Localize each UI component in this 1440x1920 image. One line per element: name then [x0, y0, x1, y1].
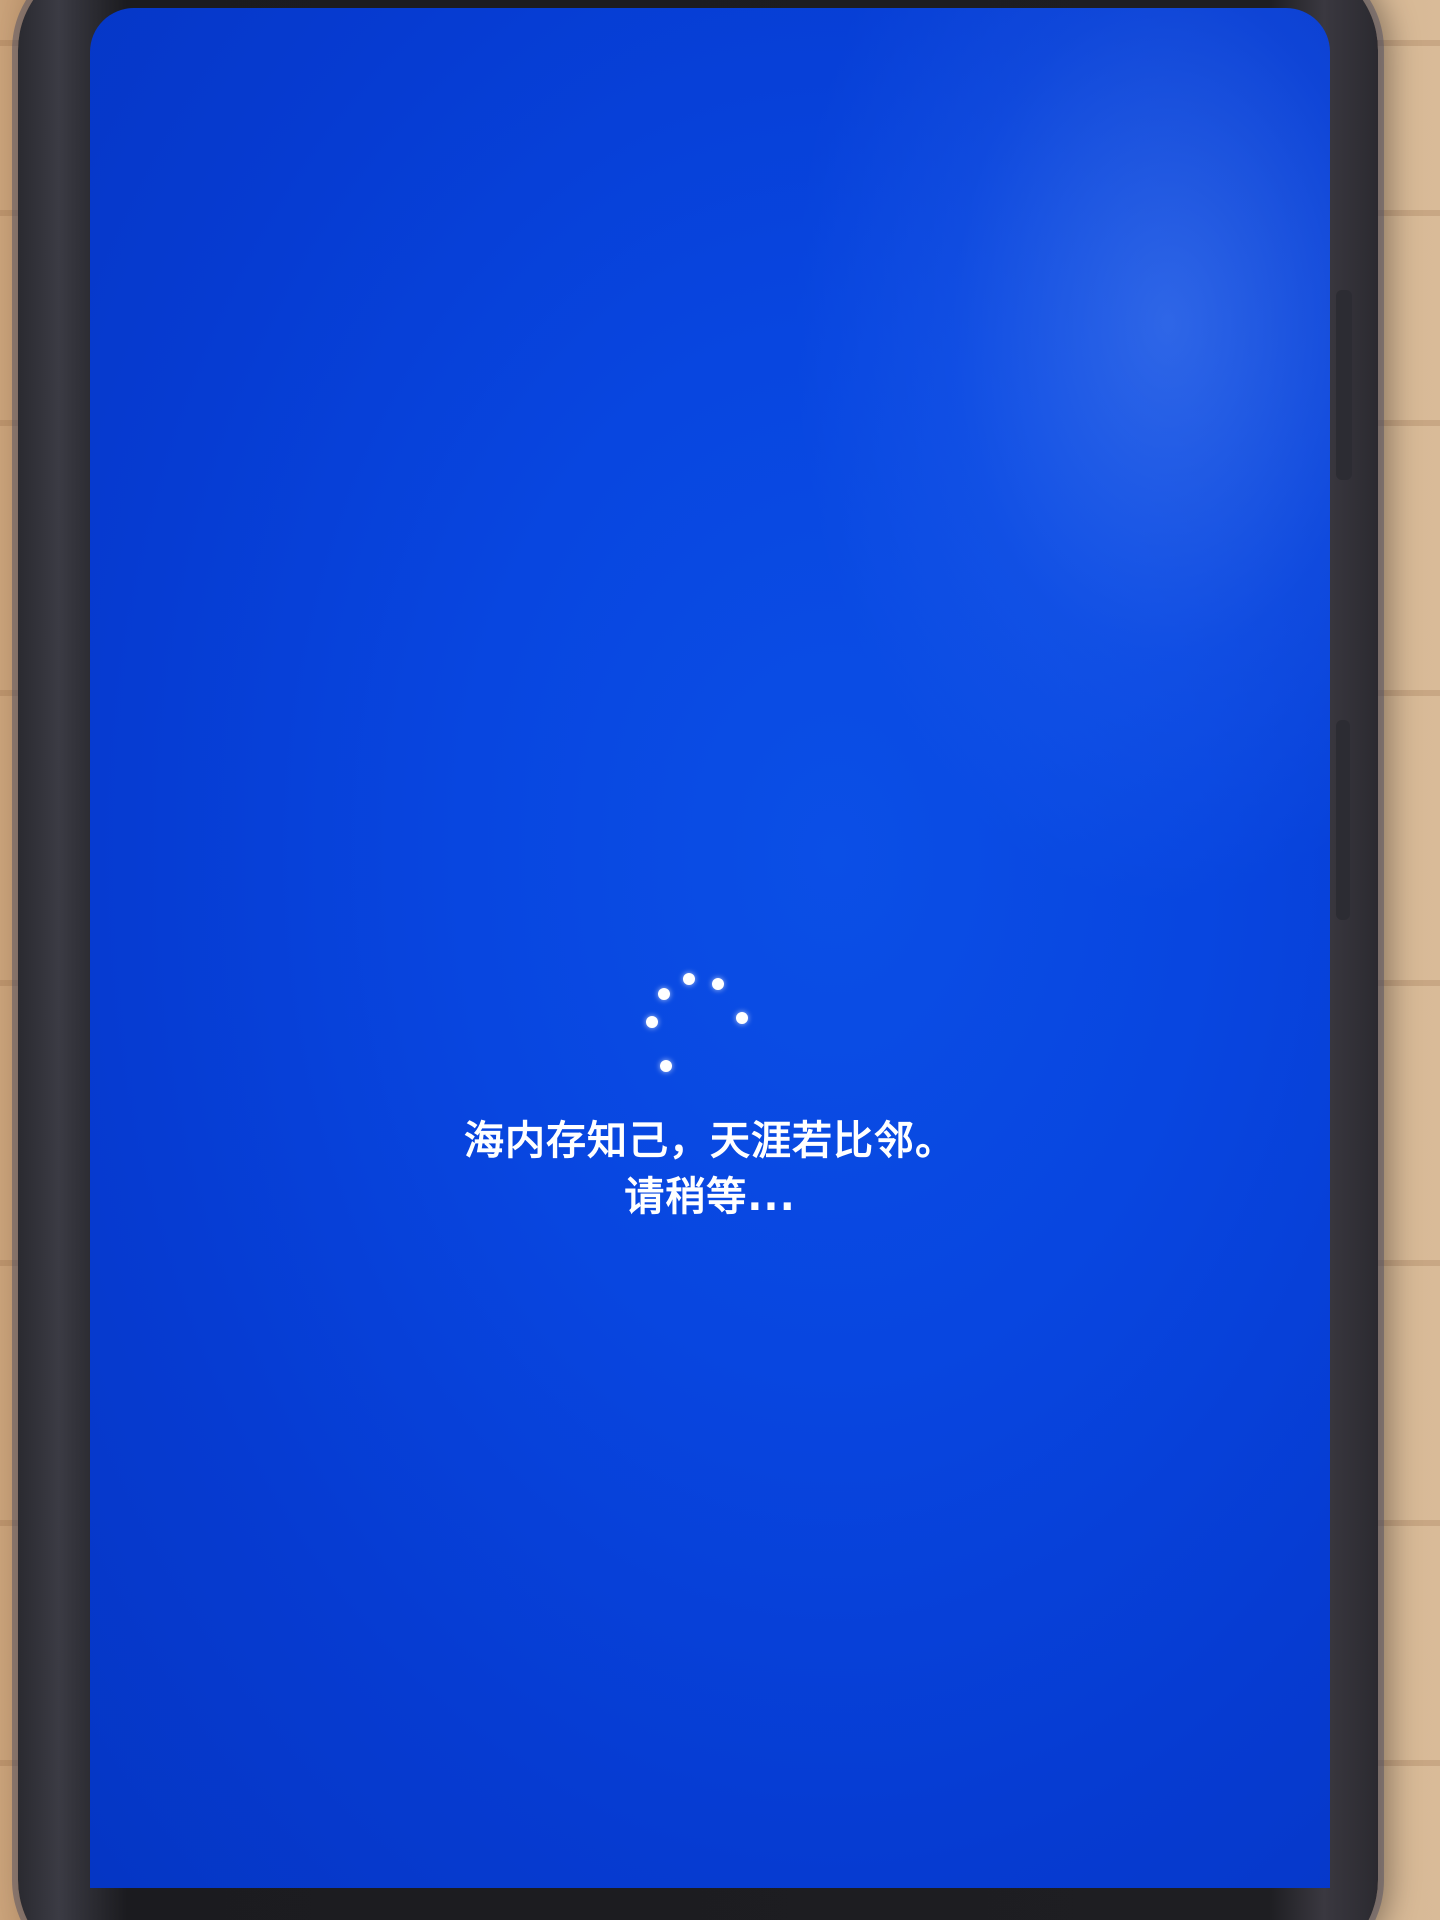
setup-screen: 海内存知己，天涯若比邻。 请稍等... [90, 8, 1330, 1888]
loading-message: 海内存知己，天涯若比邻。 请稍等... [90, 1113, 1330, 1225]
message-quote: 海内存知己，天涯若比邻。 [464, 1118, 956, 1164]
screen-glare [790, 8, 1330, 908]
side-button [1336, 720, 1350, 920]
spinner-dot [712, 978, 724, 990]
spinner-dot [736, 1012, 748, 1024]
spinner-dot [646, 1016, 658, 1028]
spinner-dot [658, 988, 670, 1000]
photo-scene: 海内存知己，天涯若比邻。 请稍等... [0, 0, 1440, 1920]
message-please-wait: 请稍等... [624, 1174, 796, 1220]
spinner-dot [683, 973, 695, 985]
phone-body: 海内存知己，天涯若比邻。 请稍等... [18, 0, 1378, 1920]
loading-spinner-icon [630, 968, 750, 1088]
spinner-dot [660, 1060, 672, 1072]
side-button [1336, 290, 1352, 480]
